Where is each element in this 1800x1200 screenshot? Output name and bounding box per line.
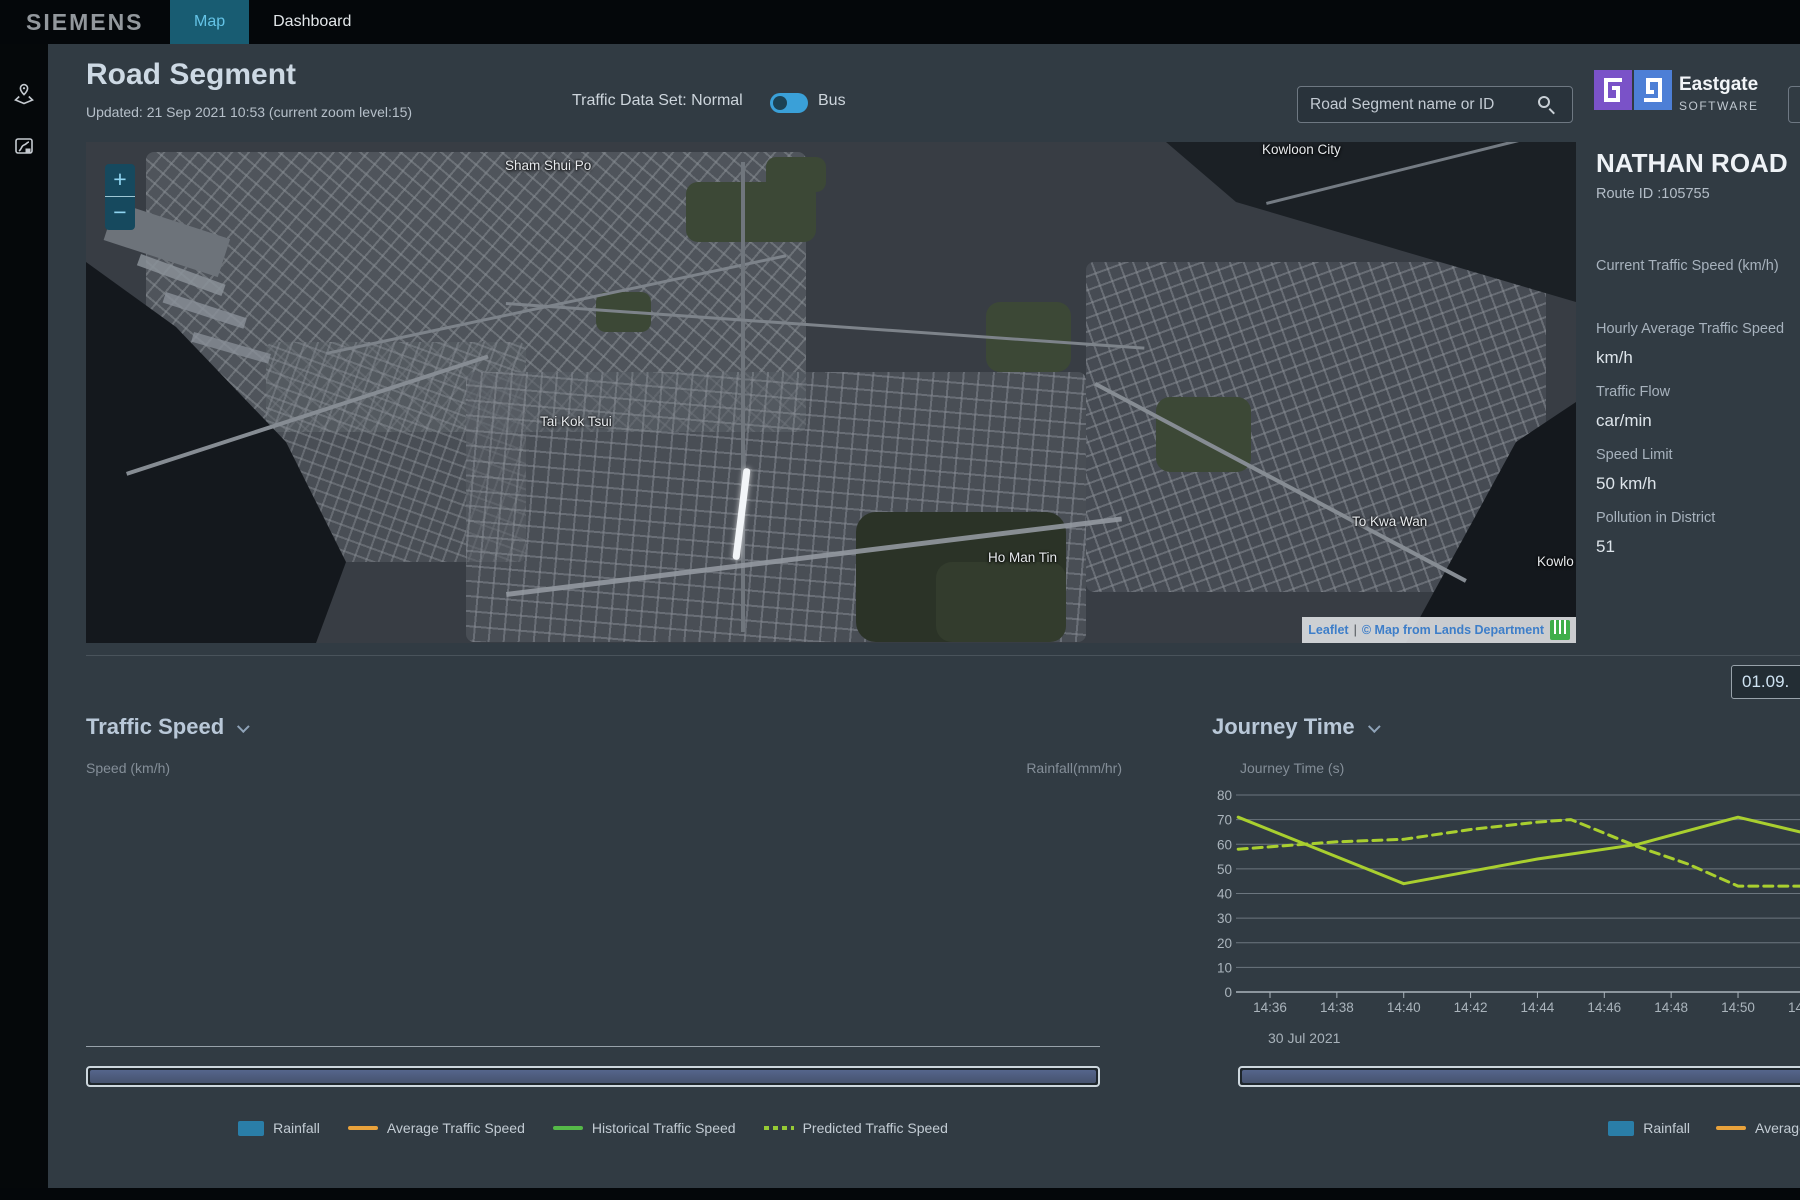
svg-text:40: 40	[1217, 887, 1232, 902]
legend-predicted-traffic-speed[interactable]: Predicted Traffic Speed	[764, 1120, 948, 1136]
average-swatch-icon	[1716, 1126, 1746, 1130]
left-icon-rail	[0, 44, 48, 1200]
map-label-ho-man-tin: Ho Man Tin	[988, 550, 1057, 565]
lands-department-logo-icon	[1550, 620, 1570, 640]
svg-text:14:36: 14:36	[1253, 1000, 1287, 1015]
journey-time-range-slider[interactable]	[1238, 1066, 1800, 1087]
tab-dashboard[interactable]: Dashboard	[249, 0, 375, 44]
bottom-strip	[0, 1188, 1800, 1200]
map-label-to-kwa-wan: To Kwa Wan	[1352, 514, 1427, 529]
field-pollution: Pollution in District 51	[1596, 508, 1800, 558]
leaflet-link[interactable]: Leaflet	[1308, 623, 1348, 637]
map-park	[766, 157, 826, 192]
date-picker[interactable]	[1731, 665, 1800, 699]
zoom-in-button[interactable]: +	[105, 164, 135, 197]
nav-tabs: Map Dashboard	[170, 0, 375, 44]
svg-text:10: 10	[1217, 960, 1232, 975]
field-current-traffic-speed: Current Traffic Speed (km/h)	[1596, 256, 1800, 306]
map-canvas[interactable]: Sham Shui Po Kowloon City Tai Kok Tsui H…	[86, 142, 1576, 643]
journey-time-date-label: 30 Jul 2021	[1268, 1030, 1340, 1046]
updated-timestamp: Updated: 21 Sep 2021 10:53 (current zoom…	[86, 104, 412, 120]
rainfall-swatch-icon	[238, 1121, 264, 1136]
field-hourly-average-speed: Hourly Average Traffic Speed km/h	[1596, 319, 1800, 369]
svg-text:0: 0	[1224, 985, 1232, 1000]
traffic-speed-legend: Rainfall Average Traffic Speed Historica…	[86, 1120, 1100, 1136]
historical-swatch-icon	[553, 1126, 583, 1130]
route-id: Route ID :105755	[1596, 186, 1800, 202]
map-label-tai-kok-tsui: Tai Kok Tsui	[540, 414, 612, 429]
search-tail	[1549, 108, 1555, 114]
map-hill-park	[936, 562, 1066, 642]
svg-text:14:48: 14:48	[1654, 1000, 1688, 1015]
svg-text:30: 30	[1217, 911, 1232, 926]
journey-time-title[interactable]: Journey Time	[1212, 714, 1376, 740]
section-divider	[86, 655, 1800, 656]
field-speed-limit: Speed Limit 50 km/h	[1596, 445, 1800, 495]
eastgate-logo-sub: SOFTWARE	[1679, 99, 1759, 113]
traffic-speed-title[interactable]: Traffic Speed	[86, 714, 245, 740]
traffic-speed-plot[interactable]	[86, 786, 1100, 1047]
legend-average-traffic-speed[interactable]: Average Traffic Speed	[348, 1120, 525, 1136]
average-swatch-icon	[348, 1126, 378, 1130]
svg-text:80: 80	[1217, 788, 1232, 803]
svg-text:14:50: 14:50	[1721, 1000, 1755, 1015]
svg-text:60: 60	[1217, 837, 1232, 852]
dataset-toggle-label: Traffic Data Set: Normal	[572, 92, 743, 110]
rainfall-swatch-icon	[1608, 1121, 1634, 1136]
toggle-knob	[773, 96, 787, 110]
page-title: Road Segment	[86, 58, 296, 92]
svg-text:14:42: 14:42	[1454, 1000, 1488, 1015]
svg-text:14:40: 14:40	[1387, 1000, 1421, 1015]
tab-map[interactable]: Map	[170, 0, 249, 44]
siemens-logo: SIEMENS	[26, 0, 144, 44]
map-road-nathan	[741, 162, 745, 632]
top-bar: SIEMENS Map Dashboard	[0, 0, 1800, 44]
road-name: NATHAN ROAD	[1596, 148, 1800, 179]
svg-text:14:38: 14:38	[1320, 1000, 1354, 1015]
eastgate-logo-right-square	[1634, 70, 1672, 110]
svg-text:70: 70	[1217, 813, 1232, 828]
rainfall-axis-label: Rainfall(mm/hr)	[1026, 760, 1122, 776]
map-label-kowloon-cut: Kowlo	[1537, 554, 1574, 569]
search-input[interactable]	[1297, 86, 1573, 123]
dataset-toggle[interactable]	[770, 93, 808, 113]
speed-axis-label: Speed (km/h)	[86, 760, 170, 776]
svg-text:14:44: 14:44	[1521, 1000, 1555, 1015]
legend-rainfall[interactable]: Rainfall	[238, 1120, 320, 1136]
cut-off-control[interactable]	[1788, 86, 1800, 123]
attribution-separator: |	[1354, 623, 1357, 637]
traffic-speed-axis-labels: Speed (km/h) Rainfall(mm/hr)	[86, 760, 1122, 776]
svg-text:20: 20	[1217, 936, 1232, 951]
journey-time-axis-label: Journey Time (s)	[1240, 760, 1344, 776]
map-label-sham-shui-po: Sham Shui Po	[505, 158, 591, 173]
search-lens	[1538, 96, 1550, 108]
journey-time-plot[interactable]: 0 10 20 30 40 50 60 70 80 14:36 14:38 14:40 14:42 14:…	[1210, 778, 1800, 1022]
svg-text:50: 50	[1217, 862, 1232, 877]
journey-time-legend: Rainfall Average Jour	[1238, 1120, 1800, 1136]
map-attribution: Leaflet | © Map from Lands Department	[1302, 617, 1576, 643]
road-details-panel: NATHAN ROAD Route ID :105755 Current Tra…	[1596, 148, 1800, 571]
zoom-out-button[interactable]: −	[105, 197, 135, 230]
predicted-swatch-icon	[764, 1126, 794, 1130]
lands-department-link[interactable]: © Map from Lands Department	[1362, 623, 1544, 637]
map-zoom-control: + −	[105, 164, 135, 230]
traffic-speed-range-slider[interactable]	[86, 1066, 1100, 1087]
dataset-bus-label: Bus	[818, 92, 846, 110]
legend-historical-traffic-speed[interactable]: Historical Traffic Speed	[553, 1120, 736, 1136]
svg-text:14:52: 14:52	[1788, 1000, 1800, 1015]
eastgate-logo-left-square	[1594, 70, 1632, 110]
legend-average-journey-time[interactable]: Average Jour	[1716, 1120, 1800, 1136]
app-root: SIEMENS Map Dashboard Road Segment Updat…	[0, 0, 1800, 1200]
eastgate-logo-name: Eastgate	[1679, 74, 1758, 96]
route-map-icon[interactable]	[12, 134, 36, 158]
legend-rainfall[interactable]: Rainfall	[1608, 1120, 1690, 1136]
map-label-kowloon-city: Kowloon City	[1262, 142, 1341, 157]
search-icon[interactable]	[1538, 96, 1556, 114]
svg-text:14:46: 14:46	[1587, 1000, 1621, 1015]
field-traffic-flow: Traffic Flow car/min	[1596, 382, 1800, 432]
map-pin-icon[interactable]	[12, 82, 36, 106]
